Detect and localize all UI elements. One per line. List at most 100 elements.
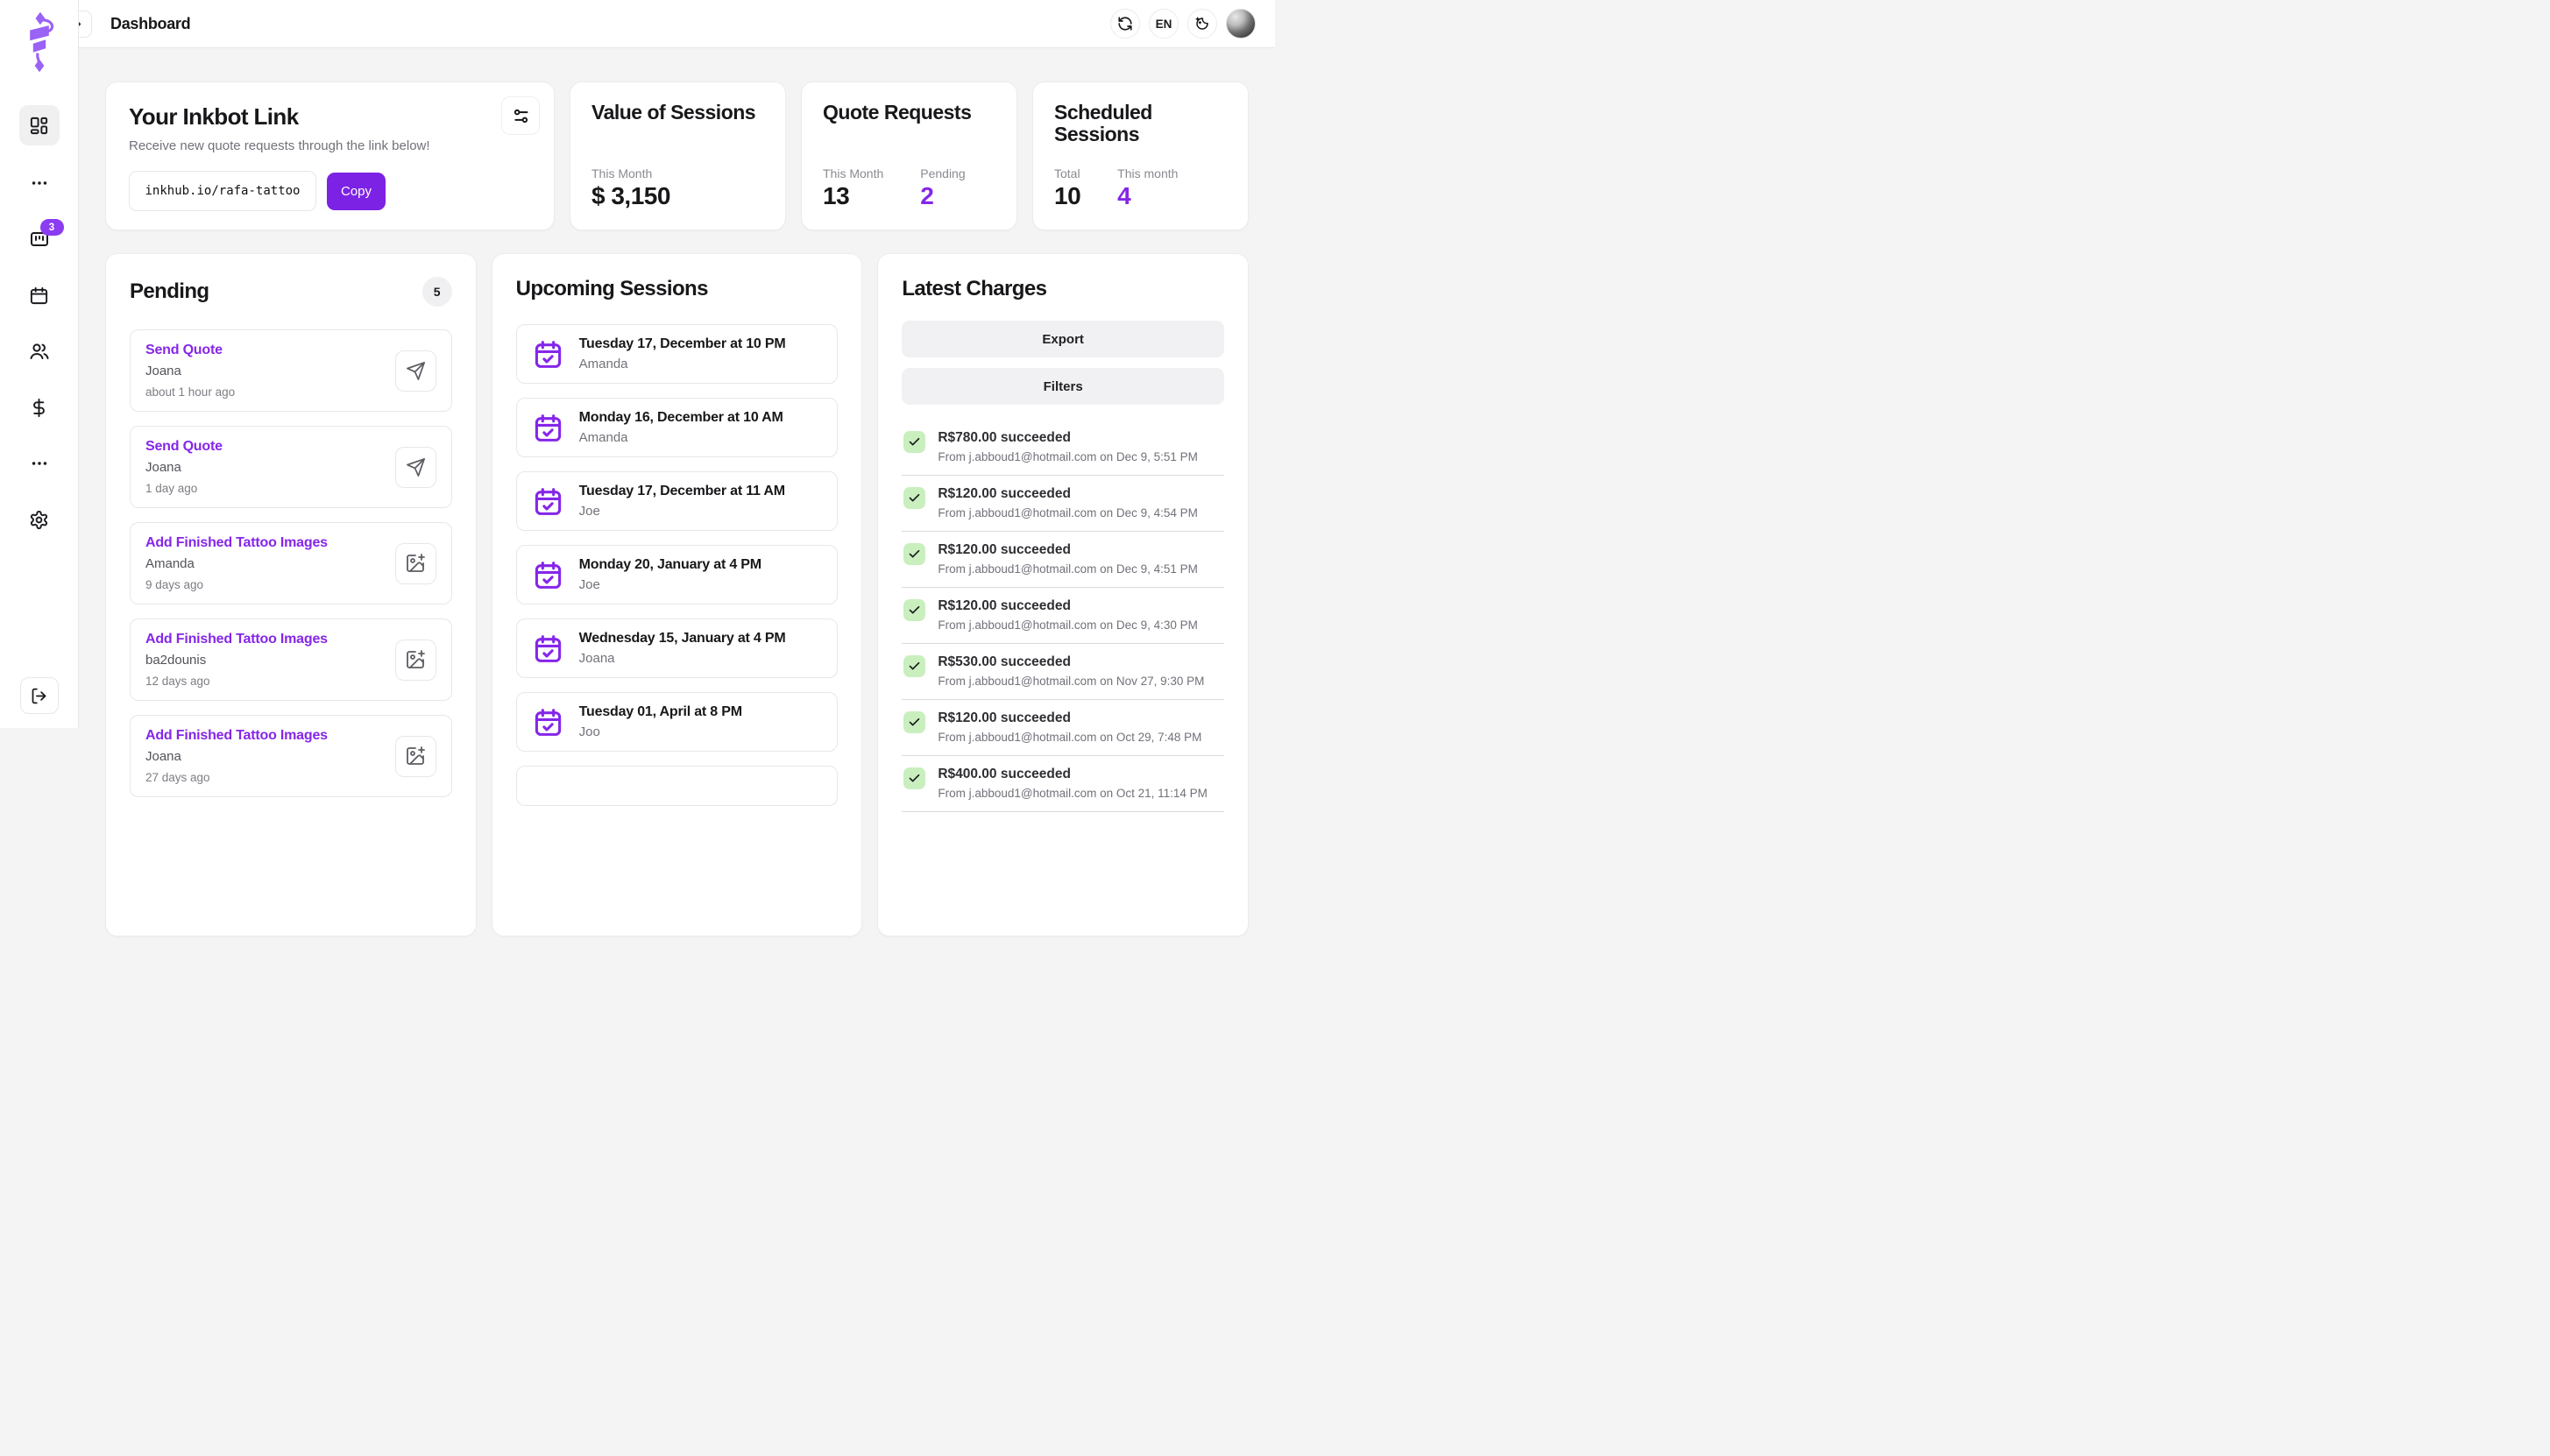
session-item-name: Amanda	[579, 430, 783, 445]
theme-toggle-button[interactable]	[1187, 9, 1217, 39]
pending-item-time: 9 days ago	[145, 578, 328, 591]
success-check-icon	[903, 431, 925, 453]
image-plus-icon	[405, 746, 426, 767]
refresh-button[interactable]	[1110, 9, 1140, 39]
session-item-title: Tuesday 17, December at 10 PM	[579, 336, 786, 352]
sliders-icon	[512, 107, 530, 125]
upcoming-sessions-card: Upcoming Sessions Tuesday 17, December a…	[492, 253, 863, 937]
session-item[interactable]: Tuesday 01, April at 8 PM Joo	[516, 692, 839, 752]
charge-detail: From j.abboud1@hotmail.com on Dec 9, 4:5…	[938, 506, 1198, 519]
success-check-icon	[903, 543, 925, 565]
page-title: Dashboard	[110, 15, 190, 33]
sidebar-nav: 3	[19, 86, 60, 538]
session-item-name: Joe	[579, 577, 761, 592]
metric-label: Pending	[920, 166, 965, 180]
charge-detail: From j.abboud1@hotmail.com on Dec 9, 4:3…	[938, 618, 1198, 632]
sidebar-item-more-bottom[interactable]	[19, 445, 60, 482]
success-check-icon	[903, 711, 925, 733]
session-item-name: Joe	[579, 504, 785, 519]
pending-action-button[interactable]	[395, 543, 436, 584]
charge-item[interactable]: R$120.00 succeeded From j.abboud1@hotmai…	[902, 588, 1224, 644]
pending-action-button[interactable]	[395, 736, 436, 777]
copy-button[interactable]: Copy	[327, 173, 386, 210]
metric-value-accent: 2	[920, 182, 965, 210]
metric-label: This month	[1117, 166, 1178, 180]
calendar-check-icon	[532, 559, 564, 591]
pending-action-button[interactable]	[395, 350, 436, 392]
inkbot-link-input[interactable]	[129, 171, 316, 211]
sidebar-item-dashboard[interactable]	[19, 105, 60, 145]
pending-count-badge: 5	[422, 277, 452, 307]
session-item-name: Joana	[579, 651, 786, 666]
pending-item-title: Send Quote	[145, 439, 223, 455]
calendar-check-icon	[532, 338, 564, 371]
sidebar-item-quotes[interactable]: 3	[19, 221, 60, 258]
sidebar-item-settings[interactable]	[19, 501, 60, 538]
charge-item[interactable]: R$120.00 succeeded From j.abboud1@hotmai…	[902, 476, 1224, 532]
pending-item-name: Joana	[145, 460, 223, 475]
logout-icon	[30, 687, 48, 705]
pending-item-name: ba2dounis	[145, 653, 328, 668]
filters-button[interactable]: Filters	[902, 368, 1224, 405]
send-icon	[406, 457, 426, 477]
pending-action-button[interactable]	[395, 640, 436, 681]
card-title: Your Inkbot Link	[129, 103, 531, 131]
pending-item[interactable]: Add Finished Tattoo Images Joana 27 days…	[130, 715, 452, 797]
session-item-title: Tuesday 17, December at 11 AM	[579, 484, 785, 499]
calendar-icon	[29, 286, 49, 306]
pending-item[interactable]: Add Finished Tattoo Images ba2dounis 12 …	[130, 618, 452, 701]
calendar-check-icon	[532, 633, 564, 665]
sidebar-item-clients[interactable]	[19, 333, 60, 370]
success-check-icon	[903, 599, 925, 621]
sidebar: 3	[0, 0, 79, 728]
charge-amount-status: R$400.00 succeeded	[938, 767, 1208, 782]
avatar[interactable]	[1226, 9, 1256, 39]
language-label: EN	[1156, 18, 1172, 31]
pending-item-time: 1 day ago	[145, 482, 223, 495]
session-item-partial[interactable]	[516, 766, 839, 806]
charge-amount-status: R$120.00 succeeded	[938, 598, 1198, 614]
charge-amount-status: R$120.00 succeeded	[938, 542, 1198, 558]
charge-amount-status: R$120.00 succeeded	[938, 710, 1201, 726]
charge-detail: From j.abboud1@hotmail.com on Dec 9, 4:5…	[938, 562, 1198, 576]
sidebar-item-payments[interactable]	[19, 389, 60, 426]
pending-item[interactable]: Send Quote Joana about 1 hour ago	[130, 329, 452, 412]
session-item[interactable]: Tuesday 17, December at 10 PM Amanda	[516, 324, 839, 384]
more-icon	[30, 173, 49, 193]
settings-icon	[29, 510, 49, 530]
language-button[interactable]: EN	[1149, 9, 1179, 39]
charge-item[interactable]: R$400.00 succeeded From j.abboud1@hotmai…	[902, 756, 1224, 812]
export-button[interactable]: Export	[902, 321, 1224, 357]
session-item[interactable]: Monday 16, December at 10 AM Amanda	[516, 398, 839, 457]
charge-item[interactable]: R$780.00 succeeded From j.abboud1@hotmai…	[902, 420, 1224, 476]
pending-item[interactable]: Send Quote Joana 1 day ago	[130, 426, 452, 508]
pending-item-time: 12 days ago	[145, 675, 328, 688]
charge-item[interactable]: R$120.00 succeeded From j.abboud1@hotmai…	[902, 532, 1224, 588]
clients-icon	[29, 341, 50, 362]
latest-charges-card: Latest Charges Export Filters R$780.00 s…	[877, 253, 1249, 937]
sidebar-item-calendar[interactable]	[19, 277, 60, 314]
session-item-title: Monday 20, January at 4 PM	[579, 557, 761, 573]
session-item[interactable]: Monday 20, January at 4 PM Joe	[516, 545, 839, 604]
payments-icon	[29, 398, 49, 418]
session-item[interactable]: Tuesday 17, December at 11 AM Joe	[516, 471, 839, 531]
charge-item[interactable]: R$120.00 succeeded From j.abboud1@hotmai…	[902, 700, 1224, 756]
pending-item-title: Add Finished Tattoo Images	[145, 728, 328, 744]
sidebar-item-more-top[interactable]	[19, 165, 60, 201]
charge-item[interactable]: R$530.00 succeeded From j.abboud1@hotmai…	[902, 644, 1224, 700]
pending-item[interactable]: Add Finished Tattoo Images Amanda 9 days…	[130, 522, 452, 604]
image-plus-icon	[405, 649, 426, 670]
success-check-icon	[903, 655, 925, 677]
charge-amount-status: R$120.00 succeeded	[938, 486, 1198, 502]
pending-item-title: Send Quote	[145, 343, 235, 358]
quote-requests-card: Quote Requests This Month 13 Pending 2	[801, 81, 1017, 230]
value-of-sessions-card: Value of Sessions This Month $ 3,150	[570, 81, 786, 230]
session-item[interactable]: Wednesday 15, January at 4 PM Joana	[516, 618, 839, 678]
pending-item-time: about 1 hour ago	[145, 385, 235, 399]
pending-item-title: Add Finished Tattoo Images	[145, 632, 328, 647]
metric-label: This Month	[591, 166, 670, 180]
logout-button[interactable]	[20, 677, 59, 714]
pending-action-button[interactable]	[395, 447, 436, 488]
link-settings-button[interactable]	[501, 96, 540, 135]
panel-title: Pending	[130, 279, 209, 304]
